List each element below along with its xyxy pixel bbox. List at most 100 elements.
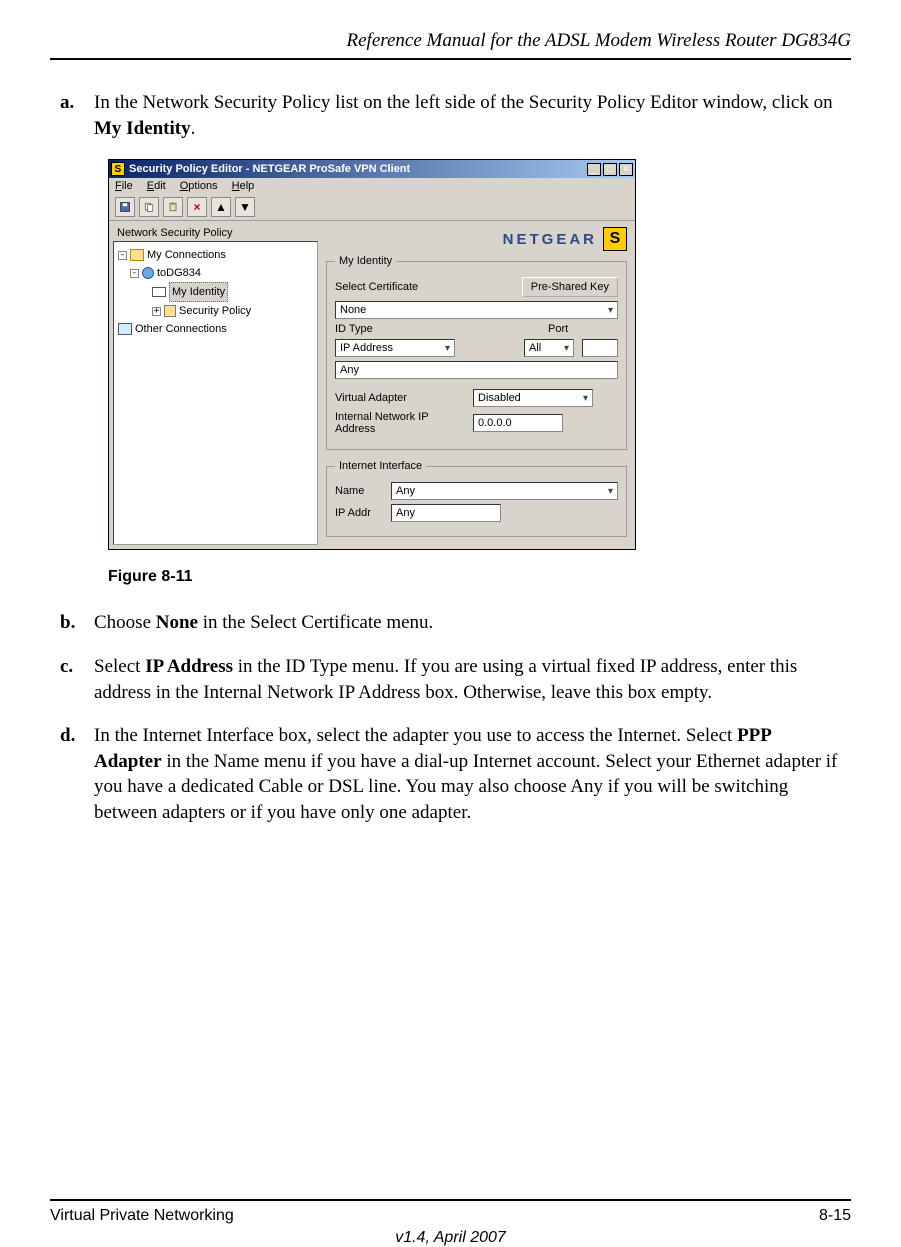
step-b-post: in the Select Certificate menu.	[198, 612, 433, 633]
row-cert-value: None	[335, 301, 618, 319]
app-window: S Security Policy Editor - NETGEAR ProSa…	[108, 159, 636, 550]
step-d-post: in the Name menu if you have a dial-up I…	[94, 751, 837, 823]
my-identity-group: My Identity Select Certificate Pre-Share…	[326, 255, 627, 450]
port-number-field[interactable]	[582, 339, 618, 357]
any-field[interactable]: Any	[335, 361, 618, 379]
step-b-letter: b.	[60, 610, 94, 636]
step-a-after: .	[191, 118, 196, 139]
collapse-icon[interactable]: -	[118, 251, 127, 260]
tree-todg834[interactable]: - toDG834	[118, 264, 313, 282]
footer-version: v1.4, April 2007	[50, 1229, 851, 1247]
iface-ip-value: Any	[396, 507, 415, 519]
virtual-adapter-value: Disabled	[478, 392, 521, 404]
footer-page: 8-15	[819, 1207, 851, 1225]
pre-shared-key-button[interactable]: Pre-Shared Key	[522, 277, 618, 297]
port-label: Port	[548, 323, 618, 335]
footer-section: Virtual Private Networking	[50, 1207, 234, 1225]
menu-edit[interactable]: Edit	[147, 180, 166, 192]
left-panel: Network Security Policy - My Connections…	[113, 225, 318, 545]
step-b: b. Choose None in the Select Certificate…	[60, 610, 841, 636]
port-value: All	[529, 342, 541, 354]
step-c-pre: Select	[94, 656, 145, 677]
internet-interface-legend: Internet Interface	[335, 460, 426, 472]
move-up-icon[interactable]: ▲	[211, 197, 231, 217]
computer-icon	[118, 323, 132, 335]
step-c-body: Select IP Address in the ID Type menu. I…	[94, 654, 841, 705]
row-select-cert: Select Certificate Pre-Shared Key	[335, 277, 618, 297]
tree-identity-label: My Identity	[169, 282, 228, 302]
tree-my-connections[interactable]: - My Connections	[118, 246, 313, 264]
running-header: Reference Manual for the ADSL Modem Wire…	[50, 30, 851, 52]
brand-row: NETGEAR S	[322, 225, 631, 253]
toolbar: × ▲ ▼	[109, 194, 635, 221]
select-cert-label: Select Certificate	[335, 281, 514, 293]
collapse-icon[interactable]: -	[130, 269, 139, 278]
cert-dropdown[interactable]: None	[335, 301, 618, 319]
move-down-icon[interactable]: ▼	[235, 197, 255, 217]
my-identity-legend: My Identity	[335, 255, 396, 267]
maximize-button[interactable]: □	[603, 163, 617, 176]
figure-caption: Figure 8-11	[108, 568, 841, 586]
any-value: Any	[340, 364, 359, 376]
step-d-letter: d.	[60, 723, 94, 826]
tree-child-label: toDG834	[157, 264, 201, 282]
row-any: Any	[335, 361, 618, 379]
row-idtype-labels: ID Type Port	[335, 323, 618, 335]
lock-icon	[164, 305, 176, 317]
tree-other-label: Other Connections	[135, 320, 227, 338]
body-content: a. In the Network Security Policy list o…	[50, 90, 851, 1199]
tree-secpol-label: Security Policy	[179, 302, 251, 320]
step-c-bold: IP Address	[145, 656, 233, 677]
internal-ip-label: Internal Network IP Address	[335, 411, 465, 435]
step-d-body: In the Internet Interface box, select th…	[94, 723, 841, 826]
close-button[interactable]: ×	[619, 163, 633, 176]
titlebar-buttons: _ □ ×	[587, 163, 633, 176]
virtual-adapter-dropdown[interactable]: Disabled	[473, 389, 593, 407]
tree-security-policy[interactable]: + Security Policy	[118, 302, 313, 320]
step-b-body: Choose None in the Select Certificate me…	[94, 610, 841, 636]
cert-value: None	[340, 304, 366, 316]
step-b-bold: None	[156, 612, 198, 633]
id-type-label: ID Type	[335, 323, 540, 335]
step-a-letter: a.	[60, 90, 94, 141]
step-a: a. In the Network Security Policy list o…	[60, 90, 841, 141]
globe-icon	[142, 267, 154, 279]
id-type-dropdown[interactable]: IP Address	[335, 339, 455, 357]
internal-ip-value: 0.0.0.0	[478, 417, 512, 429]
row-virtual-adapter: Virtual Adapter Disabled	[335, 389, 618, 407]
paste-icon[interactable]	[163, 197, 183, 217]
delete-icon[interactable]: ×	[187, 197, 207, 217]
step-a-bold: My Identity	[94, 118, 191, 139]
iface-name-dropdown[interactable]: Any	[391, 482, 618, 500]
menu-file[interactable]: File	[115, 180, 133, 192]
step-b-pre: Choose	[94, 612, 156, 633]
minimize-button[interactable]: _	[587, 163, 601, 176]
id-type-value: IP Address	[340, 342, 393, 354]
row-internal-ip: Internal Network IP Address 0.0.0.0	[335, 411, 618, 435]
step-c-letter: c.	[60, 654, 94, 705]
step-d: d. In the Internet Interface box, select…	[60, 723, 841, 826]
app-icon: S	[111, 162, 125, 176]
iface-name-label: Name	[335, 485, 383, 497]
main-area: Network Security Policy - My Connections…	[109, 221, 635, 549]
brand-logo-icon: S	[603, 227, 627, 251]
port-dropdown[interactable]: All	[524, 339, 574, 357]
menu-help[interactable]: Help	[232, 180, 255, 192]
row-idtype-values: IP Address All	[335, 339, 618, 357]
tree-my-identity[interactable]: My Identity	[118, 282, 313, 302]
menubar: File Edit Options Help	[109, 178, 635, 194]
internal-ip-field[interactable]: 0.0.0.0	[473, 414, 563, 432]
header-rule	[50, 58, 851, 60]
save-icon[interactable]	[115, 197, 135, 217]
iface-ip-field[interactable]: Any	[391, 504, 501, 522]
expand-icon[interactable]: +	[152, 307, 161, 316]
menu-options[interactable]: Options	[180, 180, 218, 192]
row-iface-ip: IP Addr Any	[335, 504, 618, 522]
copy-icon[interactable]	[139, 197, 159, 217]
id-card-icon	[152, 287, 166, 297]
policy-tree[interactable]: - My Connections - toDG834	[113, 241, 318, 545]
tree-other-connections[interactable]: Other Connections	[118, 320, 313, 338]
folder-icon	[130, 249, 144, 261]
titlebar: S Security Policy Editor - NETGEAR ProSa…	[109, 160, 635, 178]
step-c: c. Select IP Address in the ID Type menu…	[60, 654, 841, 705]
